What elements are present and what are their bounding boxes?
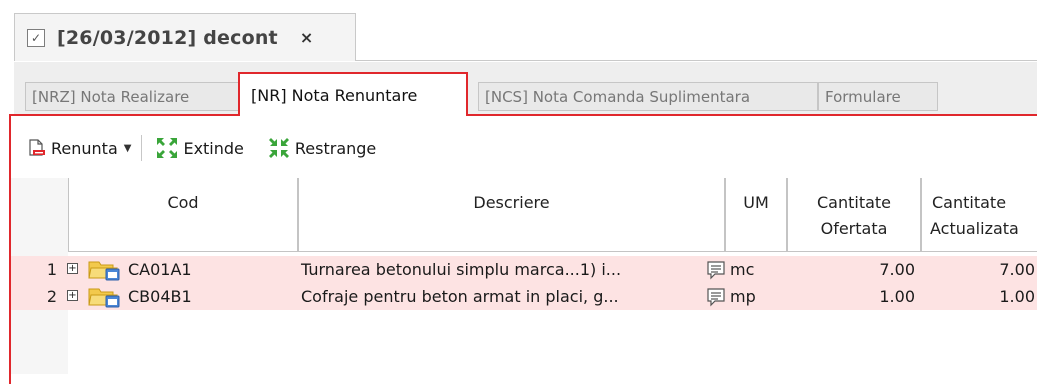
cod-cell: CB04B1 bbox=[128, 287, 192, 306]
row-number: 2 bbox=[46, 287, 57, 306]
column-header-label: Cod bbox=[167, 193, 199, 212]
um-cell: mp bbox=[730, 287, 756, 306]
document-tab-title: [26/03/2012] decont bbox=[57, 26, 278, 49]
tab-label: Formulare bbox=[825, 87, 901, 106]
tab-label: [NRZ] Nota Realizare bbox=[32, 87, 190, 106]
cod-cell: CA01A1 bbox=[128, 260, 192, 279]
folder-icon bbox=[87, 286, 121, 312]
collapse-icon bbox=[268, 137, 290, 159]
restrange-button[interactable]: Restrange bbox=[268, 137, 376, 159]
comment-icon[interactable] bbox=[706, 287, 726, 311]
column-header-cod[interactable]: Cod bbox=[68, 178, 298, 252]
cantitate-ofertata-cell: 7.00 bbox=[879, 260, 915, 279]
document-tab-bar: ✓ [26/03/2012] decont × bbox=[0, 0, 1037, 62]
toolbar-separator bbox=[141, 135, 143, 161]
tab-label: [NCS] Nota Comanda Suplimentara bbox=[485, 87, 751, 106]
renunta-button[interactable]: Renunta ▼ bbox=[26, 138, 131, 158]
toolbar: Renunta ▼ Extinde Restrange bbox=[14, 128, 1037, 168]
tab-bar-divider bbox=[356, 60, 1037, 61]
folder-icon bbox=[87, 259, 121, 285]
column-header-label: Cantitate bbox=[816, 193, 892, 212]
extinde-button[interactable]: Extinde bbox=[156, 137, 244, 159]
restrange-label: Restrange bbox=[294, 138, 377, 158]
um-cell: mc bbox=[730, 260, 755, 279]
tab-nota-realizare[interactable]: [NRZ] Nota Realizare bbox=[25, 82, 239, 111]
comment-icon[interactable] bbox=[706, 260, 726, 284]
expand-plus-icon[interactable]: + bbox=[67, 290, 78, 301]
descriere-cell: Turnarea betonului simplu marca...1) i..… bbox=[301, 260, 622, 279]
tab-formulare[interactable]: Formulare bbox=[818, 82, 938, 111]
column-header-label: UM bbox=[743, 193, 769, 212]
expand-icon bbox=[156, 137, 178, 159]
expand-plus-icon[interactable]: + bbox=[67, 263, 78, 274]
column-header-um[interactable]: UM bbox=[725, 178, 787, 252]
chevron-down-icon[interactable]: ▼ bbox=[124, 143, 132, 154]
close-icon[interactable]: × bbox=[300, 28, 313, 47]
column-header-label: Ofertata bbox=[820, 219, 888, 238]
cantitate-actualizata-cell: 1.00 bbox=[999, 287, 1035, 306]
document-check-icon: ✓ bbox=[27, 28, 45, 47]
descriere-cell: Cofraje pentru beton armat in placi, g..… bbox=[301, 287, 619, 306]
column-header-label: Descriere bbox=[473, 193, 550, 212]
table-row[interactable]: 1 + CA01A1 Turnarea betonului simplu mar… bbox=[11, 256, 1037, 283]
tab-nota-renuntare[interactable]: [NR] Nota Renuntare bbox=[238, 72, 468, 116]
row-number: 1 bbox=[46, 260, 57, 279]
document-tab[interactable]: ✓ [26/03/2012] decont × bbox=[14, 13, 356, 61]
extinde-label: Extinde bbox=[183, 138, 244, 158]
cantitate-actualizata-cell: 7.00 bbox=[999, 260, 1035, 279]
column-header-cantitate-actualizata[interactable]: Cantitate Actualizata bbox=[921, 178, 1037, 252]
items-grid: Cod Descriere UM Cantitate Ofertata Cant… bbox=[11, 178, 1037, 374]
table-row[interactable]: 2 + CB04B1 Cofraje pentru beton armat in… bbox=[11, 283, 1037, 310]
column-header-cantitate-ofertata[interactable]: Cantitate Ofertata bbox=[787, 178, 921, 252]
column-header-descriere[interactable]: Descriere bbox=[298, 178, 725, 252]
active-tab-joint bbox=[240, 114, 466, 117]
tab-label: [NR] Nota Renuntare bbox=[251, 85, 418, 105]
column-header-label: Cantitate bbox=[932, 193, 1007, 212]
column-header-label: Actualizata bbox=[930, 219, 1019, 238]
tab-nota-comanda-suplimentara[interactable]: [NCS] Nota Comanda Suplimentara bbox=[478, 82, 818, 111]
document-remove-icon bbox=[26, 138, 46, 158]
cantitate-ofertata-cell: 1.00 bbox=[879, 287, 915, 306]
renunta-label: Renunta bbox=[51, 138, 118, 158]
